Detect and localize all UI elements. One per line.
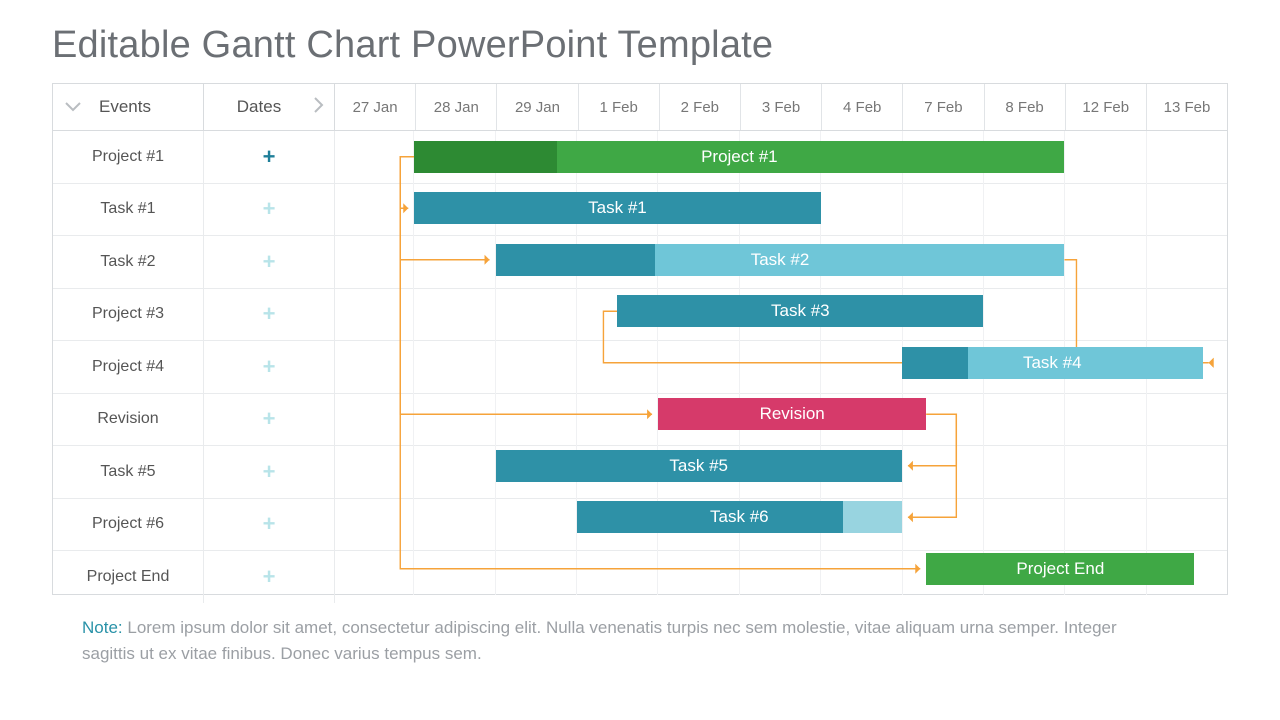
bar-label: Task #1	[588, 198, 647, 218]
timeline-col: 1 Feb	[579, 84, 660, 130]
gantt-bar[interactable]: Task #4	[902, 347, 1203, 379]
bar-label: Task #2	[751, 250, 810, 270]
header-events-label: Events	[99, 97, 151, 117]
timeline-col: 29 Jan	[497, 84, 578, 130]
bar-label: Task #5	[669, 456, 728, 476]
note-body: Lorem ipsum dolor sit amet, consectetur …	[82, 618, 1117, 663]
gantt-chart: Events Dates 27 Jan28 Jan29 Jan1 Feb2 Fe…	[52, 83, 1228, 595]
timeline-col: 8 Feb	[985, 84, 1066, 130]
bar-label: Project #1	[701, 147, 778, 167]
timeline-col: 28 Jan	[416, 84, 497, 130]
timeline-col: 3 Feb	[741, 84, 822, 130]
timeline-col: 12 Feb	[1066, 84, 1147, 130]
expand-icon[interactable]: +	[263, 461, 276, 483]
row-dates: +	[204, 184, 335, 236]
page-title: Editable Gantt Chart PowerPoint Template	[52, 24, 1228, 67]
header-dates[interactable]: Dates	[204, 84, 335, 130]
gantt-bar[interactable]: Revision	[658, 398, 926, 430]
row-dates: +	[204, 394, 335, 446]
gantt-bar[interactable]: Task #2	[496, 244, 1065, 276]
expand-icon[interactable]: +	[263, 146, 276, 168]
row-dates: +	[204, 236, 335, 288]
timeline-col: 27 Jan	[335, 84, 416, 130]
expand-icon[interactable]: +	[263, 408, 276, 430]
bar-label: Task #4	[1023, 353, 1082, 373]
note-label: Note:	[82, 618, 123, 637]
note-text: Note: Lorem ipsum dolor sit amet, consec…	[82, 615, 1132, 668]
row-label: Project #3	[53, 289, 204, 341]
gantt-bars: Project #1 Task #1 Task #2 Task #3 Task #4 Re…	[333, 131, 1227, 595]
timeline-col: 4 Feb	[822, 84, 903, 130]
timeline-col: 7 Feb	[903, 84, 984, 130]
gantt-bar[interactable]: Task #5	[496, 450, 902, 482]
row-label: Project #1	[53, 131, 204, 183]
header-dates-label: Dates	[204, 97, 314, 117]
row-label: Revision	[53, 394, 204, 446]
row-dates: +	[204, 289, 335, 341]
expand-icon[interactable]: +	[263, 566, 276, 588]
bar-label: Task #3	[771, 301, 830, 321]
row-label: Project End	[53, 551, 204, 603]
row-label: Task #5	[53, 446, 204, 498]
row-dates: +	[204, 499, 335, 551]
row-dates: +	[204, 446, 335, 498]
row-dates: +	[204, 341, 335, 393]
gantt-bar[interactable]: Task #6	[577, 501, 902, 533]
row-label: Project #4	[53, 341, 204, 393]
expand-icon[interactable]: +	[263, 513, 276, 535]
gantt-bar[interactable]: Task #3	[617, 295, 983, 327]
row-label: Project #6	[53, 499, 204, 551]
bar-label: Revision	[760, 404, 825, 424]
row-label: Task #2	[53, 236, 204, 288]
gantt-bar[interactable]: Project #1	[414, 141, 1064, 173]
expand-icon[interactable]: +	[263, 251, 276, 273]
expand-icon[interactable]: +	[263, 198, 276, 220]
gantt-header: Events Dates 27 Jan28 Jan29 Jan1 Feb2 Fe…	[53, 84, 1227, 131]
expand-icon[interactable]: +	[263, 303, 276, 325]
gantt-bar[interactable]: Project End	[926, 553, 1194, 585]
timeline-col: 13 Feb	[1147, 84, 1227, 130]
bar-label: Project End	[1016, 559, 1104, 579]
timeline-header: 27 Jan28 Jan29 Jan1 Feb2 Feb3 Feb4 Feb7 …	[335, 84, 1227, 130]
chevron-down-icon	[65, 97, 81, 117]
chevron-right-icon	[314, 97, 324, 118]
timeline-col: 2 Feb	[660, 84, 741, 130]
row-dates: +	[204, 131, 335, 183]
gantt-bar[interactable]: Task #1	[414, 192, 820, 224]
row-label: Task #1	[53, 184, 204, 236]
bar-label: Task #6	[710, 507, 769, 527]
row-dates: +	[204, 551, 335, 603]
expand-icon[interactable]: +	[263, 356, 276, 378]
header-events[interactable]: Events	[53, 84, 204, 130]
